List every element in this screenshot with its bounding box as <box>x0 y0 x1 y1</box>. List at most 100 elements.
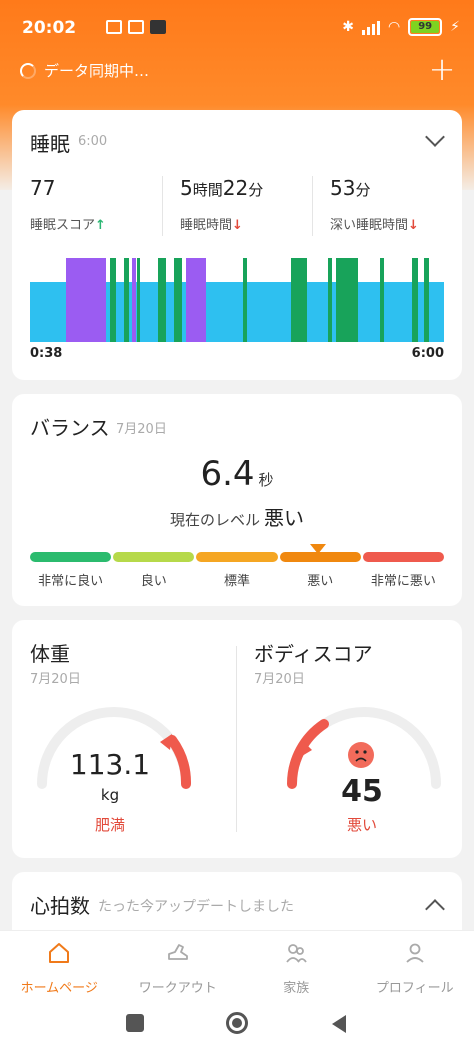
home-system-button[interactable] <box>226 1012 248 1034</box>
mail-icon <box>128 20 144 34</box>
app-notification-icon <box>106 20 122 34</box>
deep-sleep-unit: 分 <box>355 181 371 199</box>
balance-scale: 非常に良い 良い 標準 悪い 非常に悪い <box>30 552 445 589</box>
home-icon <box>49 943 70 963</box>
sleep-score-metric: 77 睡眠スコア↑ <box>30 176 106 233</box>
sync-spinner-icon <box>20 62 36 79</box>
rem-block <box>66 258 106 342</box>
deep-block <box>137 258 140 342</box>
signal-icon <box>361 19 380 35</box>
sleep-end-time: 6:00 <box>411 346 444 361</box>
family-icon <box>286 944 307 963</box>
nav-workout-label: ワークアウト <box>138 981 217 996</box>
deep-block <box>243 258 247 342</box>
scale-segment: 標準 <box>196 552 278 589</box>
system-navigation-bar <box>0 996 474 1053</box>
scale-segment: 非常に良い <box>30 552 112 589</box>
body-score-status: 悪い <box>346 816 377 834</box>
scale-segment: 悪い <box>279 552 361 589</box>
balance-number: 6.4 <box>200 454 255 494</box>
balance-card[interactable]: バランス 7月20日 6.4 秒 現在のレベル 悪い 非常に良い 良い 標準 悪い … <box>12 394 462 606</box>
status-time: 20:02 <box>22 18 77 38</box>
nav-home-label: ホームページ <box>20 981 98 996</box>
deep-block <box>380 258 384 342</box>
balance-date: 7月20日 <box>116 422 167 437</box>
divider <box>312 176 313 236</box>
divider <box>162 176 163 236</box>
balance-value: 6.4 秒 <box>12 454 462 494</box>
balance-level: 現在のレベル 悪い <box>12 502 462 531</box>
bottom-navigation: ホームページ ワークアウト 家族 プロフィール <box>0 930 474 996</box>
weight-body-card: 体重 7月20日 113.1 kg 肥満 ボディスコア 7月20日 45 悪い <box>12 620 462 858</box>
rem-block <box>186 258 206 342</box>
recents-button[interactable] <box>126 1014 144 1032</box>
sync-status: データ同期中… <box>20 60 149 81</box>
deep-sleep-metric: 53分 深い睡眠時間↓ <box>330 176 419 233</box>
system-status-icons: ✱ ◠ 99 ⚡ <box>342 18 460 36</box>
deep-block <box>174 258 182 342</box>
sleep-card[interactable]: 睡眠 6:00 77 睡眠スコア↑ 5時間22分 睡眠時間↓ 53分 深い睡眠時… <box>12 110 462 380</box>
sad-face-icon <box>348 742 374 768</box>
duration-minutes: 22 <box>222 176 249 200</box>
balance-level-prefix: 現在のレベル <box>169 511 260 529</box>
deep-block <box>291 258 307 342</box>
heart-updated: たった今アップデートしました <box>98 899 294 915</box>
weight-status: 肥満 <box>94 816 125 834</box>
duration-hours: 5 <box>180 176 193 200</box>
battery-level: 99 <box>411 21 440 33</box>
sync-text: データ同期中… <box>44 62 150 80</box>
body-score-value: 45 <box>341 774 383 809</box>
weight-date: 7月20日 <box>30 672 81 687</box>
deep-sleep-value: 53 <box>330 176 356 200</box>
app-icon <box>150 20 166 34</box>
deep-block <box>336 258 358 342</box>
duration-hours-unit: 時間 <box>192 181 223 199</box>
scale-segment: 良い <box>113 552 195 589</box>
notification-icons <box>72 20 166 34</box>
sleep-time: 6:00 <box>78 134 108 149</box>
sleep-start-time: 0:38 <box>30 346 63 361</box>
body-score-date: 7月20日 <box>254 672 305 687</box>
nav-profile[interactable]: プロフィール <box>356 931 474 996</box>
sleep-stage-chart <box>30 258 444 342</box>
weight-unit: kg <box>100 786 120 804</box>
sleep-duration-metric: 5時間22分 睡眠時間↓ <box>180 176 263 233</box>
heart-title: 心拍数 <box>30 894 90 918</box>
profile-icon <box>406 943 424 963</box>
balance-level-value: 悪い <box>264 506 304 530</box>
balance-title: バランス <box>30 416 110 440</box>
wifi-icon: ◠ <box>387 19 401 35</box>
deep-sleep-label: 深い睡眠時間 <box>330 218 409 233</box>
deep-block <box>328 258 332 342</box>
nav-profile-label: プロフィール <box>375 981 454 996</box>
sleep-score-label: 睡眠スコア <box>30 218 96 233</box>
divider <box>236 646 237 832</box>
sleep-duration-label: 睡眠時間 <box>180 218 233 233</box>
arrow-down-icon: ↓ <box>408 218 419 233</box>
chevron-up-icon[interactable] <box>425 899 445 919</box>
bluetooth-icon: ✱ <box>342 19 354 35</box>
nav-family-label: 家族 <box>283 981 310 996</box>
chevron-down-icon[interactable] <box>425 127 445 147</box>
weight-title: 体重 <box>30 642 70 666</box>
battery-icon: 99 <box>408 18 443 36</box>
deep-block <box>158 258 166 342</box>
deep-block <box>110 258 116 342</box>
body-score-title: ボディスコア <box>254 642 373 666</box>
deep-block <box>412 258 418 342</box>
rem-block <box>132 258 136 342</box>
balance-unit: 秒 <box>258 471 274 489</box>
weight-value: 113.1 <box>69 748 151 781</box>
nav-family[interactable]: 家族 <box>237 931 356 996</box>
scale-segment: 非常に悪い <box>362 552 445 589</box>
nav-home[interactable]: ホームページ <box>0 931 119 996</box>
nav-workout[interactable]: ワークアウト <box>119 931 238 996</box>
deep-block <box>124 258 129 342</box>
duration-minutes-unit: 分 <box>248 181 264 199</box>
status-bar: 20:02 ✱ ◠ 99 ⚡ <box>0 0 474 58</box>
arrow-up-icon: ↑ <box>95 218 106 233</box>
add-button[interactable]: + <box>428 53 456 85</box>
charging-icon: ⚡ <box>450 19 460 35</box>
deep-block <box>424 258 429 342</box>
back-button[interactable] <box>330 1014 348 1034</box>
